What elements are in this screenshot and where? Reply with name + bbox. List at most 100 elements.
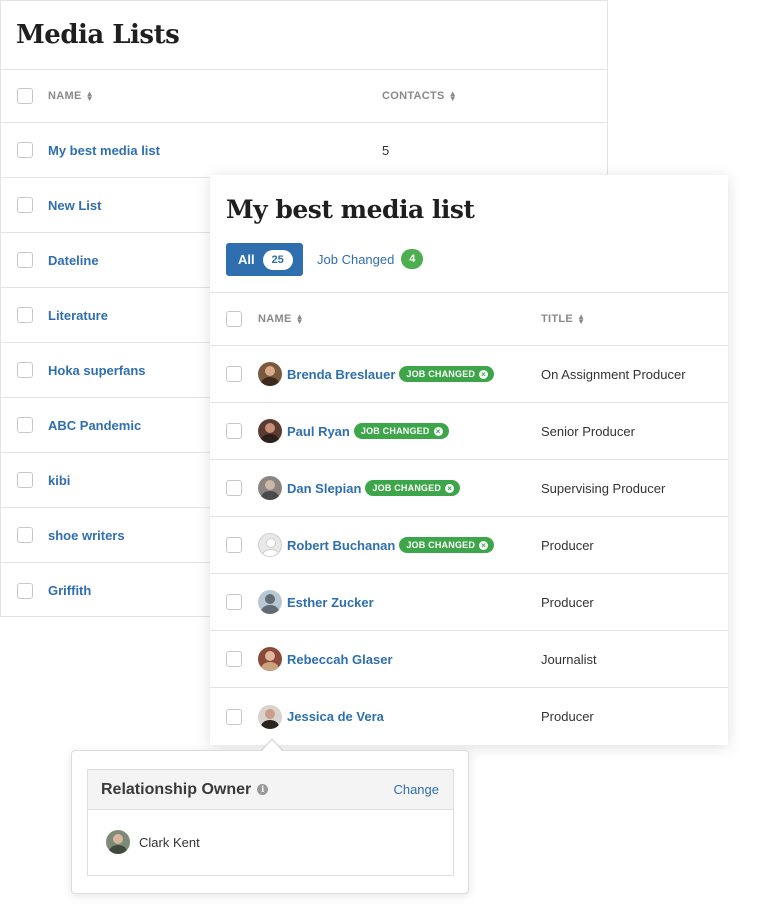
tab-job-changed-count: 4 — [401, 249, 424, 269]
job-changed-badge[interactable]: JOB CHANGED × — [353, 423, 449, 439]
popover-arrow-fill — [261, 740, 283, 752]
row-checkbox[interactable] — [17, 197, 33, 213]
avatar — [106, 830, 130, 854]
column-header-title[interactable]: TITLE ▲ ▼ — [541, 312, 586, 326]
contact-cell: Paul Ryan JOB CHANGED × — [258, 419, 449, 443]
contact-cell: Brenda Breslauer JOB CHANGED × — [258, 362, 495, 386]
row-checkbox[interactable] — [17, 417, 33, 433]
row-checkbox[interactable] — [226, 708, 242, 725]
detail-title: My best media list — [226, 195, 475, 224]
avatar — [258, 419, 282, 443]
table-row: Robert Buchanan JOB CHANGED × Producer — [210, 517, 728, 574]
close-circle-icon[interactable]: × — [479, 369, 489, 379]
relationship-owner-header: Relationship Owner i Change — [88, 770, 453, 810]
change-owner-link[interactable]: Change — [393, 782, 439, 797]
job-changed-badge-label: JOB CHANGED — [406, 540, 476, 550]
contact-title: Producer — [541, 709, 594, 724]
table-row: Brenda Breslauer JOB CHANGED × On Assign… — [210, 346, 728, 403]
list-name-link[interactable]: My best media list — [48, 143, 160, 158]
contact-title: On Assignment Producer — [541, 366, 686, 382]
list-name-link[interactable]: New List — [48, 198, 101, 213]
row-checkbox[interactable] — [226, 480, 242, 496]
sort-icon: ▲ ▼ — [448, 89, 457, 103]
column-header-name-label: NAME — [48, 90, 82, 102]
row-checkbox[interactable] — [17, 472, 33, 488]
list-name-link[interactable]: Griffith — [48, 583, 91, 598]
table-row: Rebeccah Glaser Journalist — [210, 631, 728, 688]
table-header: NAME ▲ ▼ TITLE ▲ ▼ — [210, 293, 728, 346]
row-checkbox[interactable] — [17, 582, 33, 599]
relationship-owner-card: Relationship Owner i Change Clark Kent — [87, 769, 454, 876]
contact-name-link[interactable]: Paul Ryan — [287, 424, 350, 439]
page-title: Media Lists — [1, 1, 607, 70]
contact-cell: Robert Buchanan JOB CHANGED × — [258, 533, 495, 557]
contact-cell: Rebeccah Glaser — [258, 647, 393, 671]
row-checkbox[interactable] — [17, 527, 33, 543]
row-checkbox[interactable] — [226, 594, 242, 610]
list-name-link[interactable]: Literature — [48, 308, 108, 323]
owner-name: Clark Kent — [139, 834, 200, 850]
list-name-link[interactable]: ABC Pandemic — [48, 418, 141, 433]
list-name-link[interactable]: Hoka superfans — [48, 363, 146, 378]
info-icon[interactable]: i — [257, 784, 269, 795]
row-checkbox[interactable] — [226, 651, 242, 667]
row-checkbox[interactable] — [17, 307, 33, 323]
row-checkbox[interactable] — [226, 423, 242, 439]
list-name-link[interactable]: shoe writers — [48, 528, 125, 543]
contact-name-link[interactable]: Rebeccah Glaser — [287, 652, 393, 667]
table-row: My best media list 5 — [1, 123, 607, 178]
contact-title: Producer — [541, 537, 594, 553]
table-header: NAME ▲ ▼ CONTACTS ▲ ▼ — [1, 70, 607, 123]
sort-icon: ▲ ▼ — [85, 89, 94, 103]
avatar — [258, 647, 282, 671]
contact-title: Producer — [541, 594, 594, 610]
job-changed-badge[interactable]: JOB CHANGED × — [399, 537, 495, 553]
list-name-link[interactable]: Dateline — [48, 253, 99, 268]
sort-icon: ▲ ▼ — [295, 312, 304, 326]
tab-all-count: 25 — [262, 249, 293, 270]
contact-cell: Jessica de Vera — [258, 704, 384, 729]
column-header-name-label: NAME — [258, 313, 292, 325]
contact-name-link[interactable]: Brenda Breslauer — [287, 367, 395, 382]
select-all-checkbox[interactable] — [17, 88, 33, 104]
row-checkbox[interactable] — [226, 537, 242, 553]
table-row: Dan Slepian JOB CHANGED × Supervising Pr… — [210, 460, 728, 517]
avatar — [258, 362, 282, 386]
contact-name-link[interactable]: Esther Zucker — [287, 595, 374, 610]
contact-cell: Esther Zucker — [258, 590, 374, 614]
close-circle-icon[interactable]: × — [433, 426, 443, 436]
row-checkbox[interactable] — [17, 252, 33, 268]
tab-job-changed[interactable]: Job Changed 4 — [317, 249, 424, 269]
avatar — [258, 533, 282, 557]
contact-title: Supervising Producer — [541, 480, 666, 496]
select-all-checkbox[interactable] — [226, 311, 242, 327]
column-header-contacts[interactable]: CONTACTS ▲ ▼ — [382, 89, 457, 103]
tab-all[interactable]: All 25 — [226, 243, 303, 276]
job-changed-badge[interactable]: JOB CHANGED × — [399, 366, 495, 382]
job-changed-badge[interactable]: JOB CHANGED × — [365, 480, 461, 496]
avatar — [258, 704, 282, 729]
job-changed-badge-label: JOB CHANGED — [406, 369, 476, 379]
contacts-count: 5 — [382, 142, 390, 158]
table-row: Jessica de Vera Producer — [210, 688, 728, 745]
contact-name-link[interactable]: Robert Buchanan — [287, 538, 395, 553]
tab-job-changed-label: Job Changed — [317, 251, 395, 267]
relationship-owner-title: Relationship Owner — [101, 780, 252, 798]
row-checkbox[interactable] — [226, 366, 242, 382]
column-header-name[interactable]: NAME ▲ ▼ — [258, 312, 304, 326]
sort-icon: ▲ ▼ — [577, 312, 586, 326]
close-circle-icon[interactable]: × — [445, 483, 455, 493]
contact-title: Journalist — [541, 651, 597, 667]
close-circle-icon[interactable]: × — [479, 540, 489, 550]
relationship-owner-row: Clark Kent — [88, 810, 453, 854]
column-header-name[interactable]: NAME ▲ ▼ — [48, 89, 94, 103]
column-header-contacts-label: CONTACTS — [382, 90, 445, 102]
list-name-link[interactable]: kibi — [48, 473, 70, 488]
contact-name-link[interactable]: Dan Slepian — [287, 481, 361, 496]
job-changed-badge-label: JOB CHANGED — [360, 426, 430, 436]
relationship-owner-popover: Relationship Owner i Change Clark Kent — [71, 750, 469, 894]
contact-name-link[interactable]: Jessica de Vera — [287, 709, 384, 724]
row-checkbox[interactable] — [17, 362, 33, 378]
row-checkbox[interactable] — [17, 142, 33, 158]
column-header-title-label: TITLE — [541, 313, 574, 325]
